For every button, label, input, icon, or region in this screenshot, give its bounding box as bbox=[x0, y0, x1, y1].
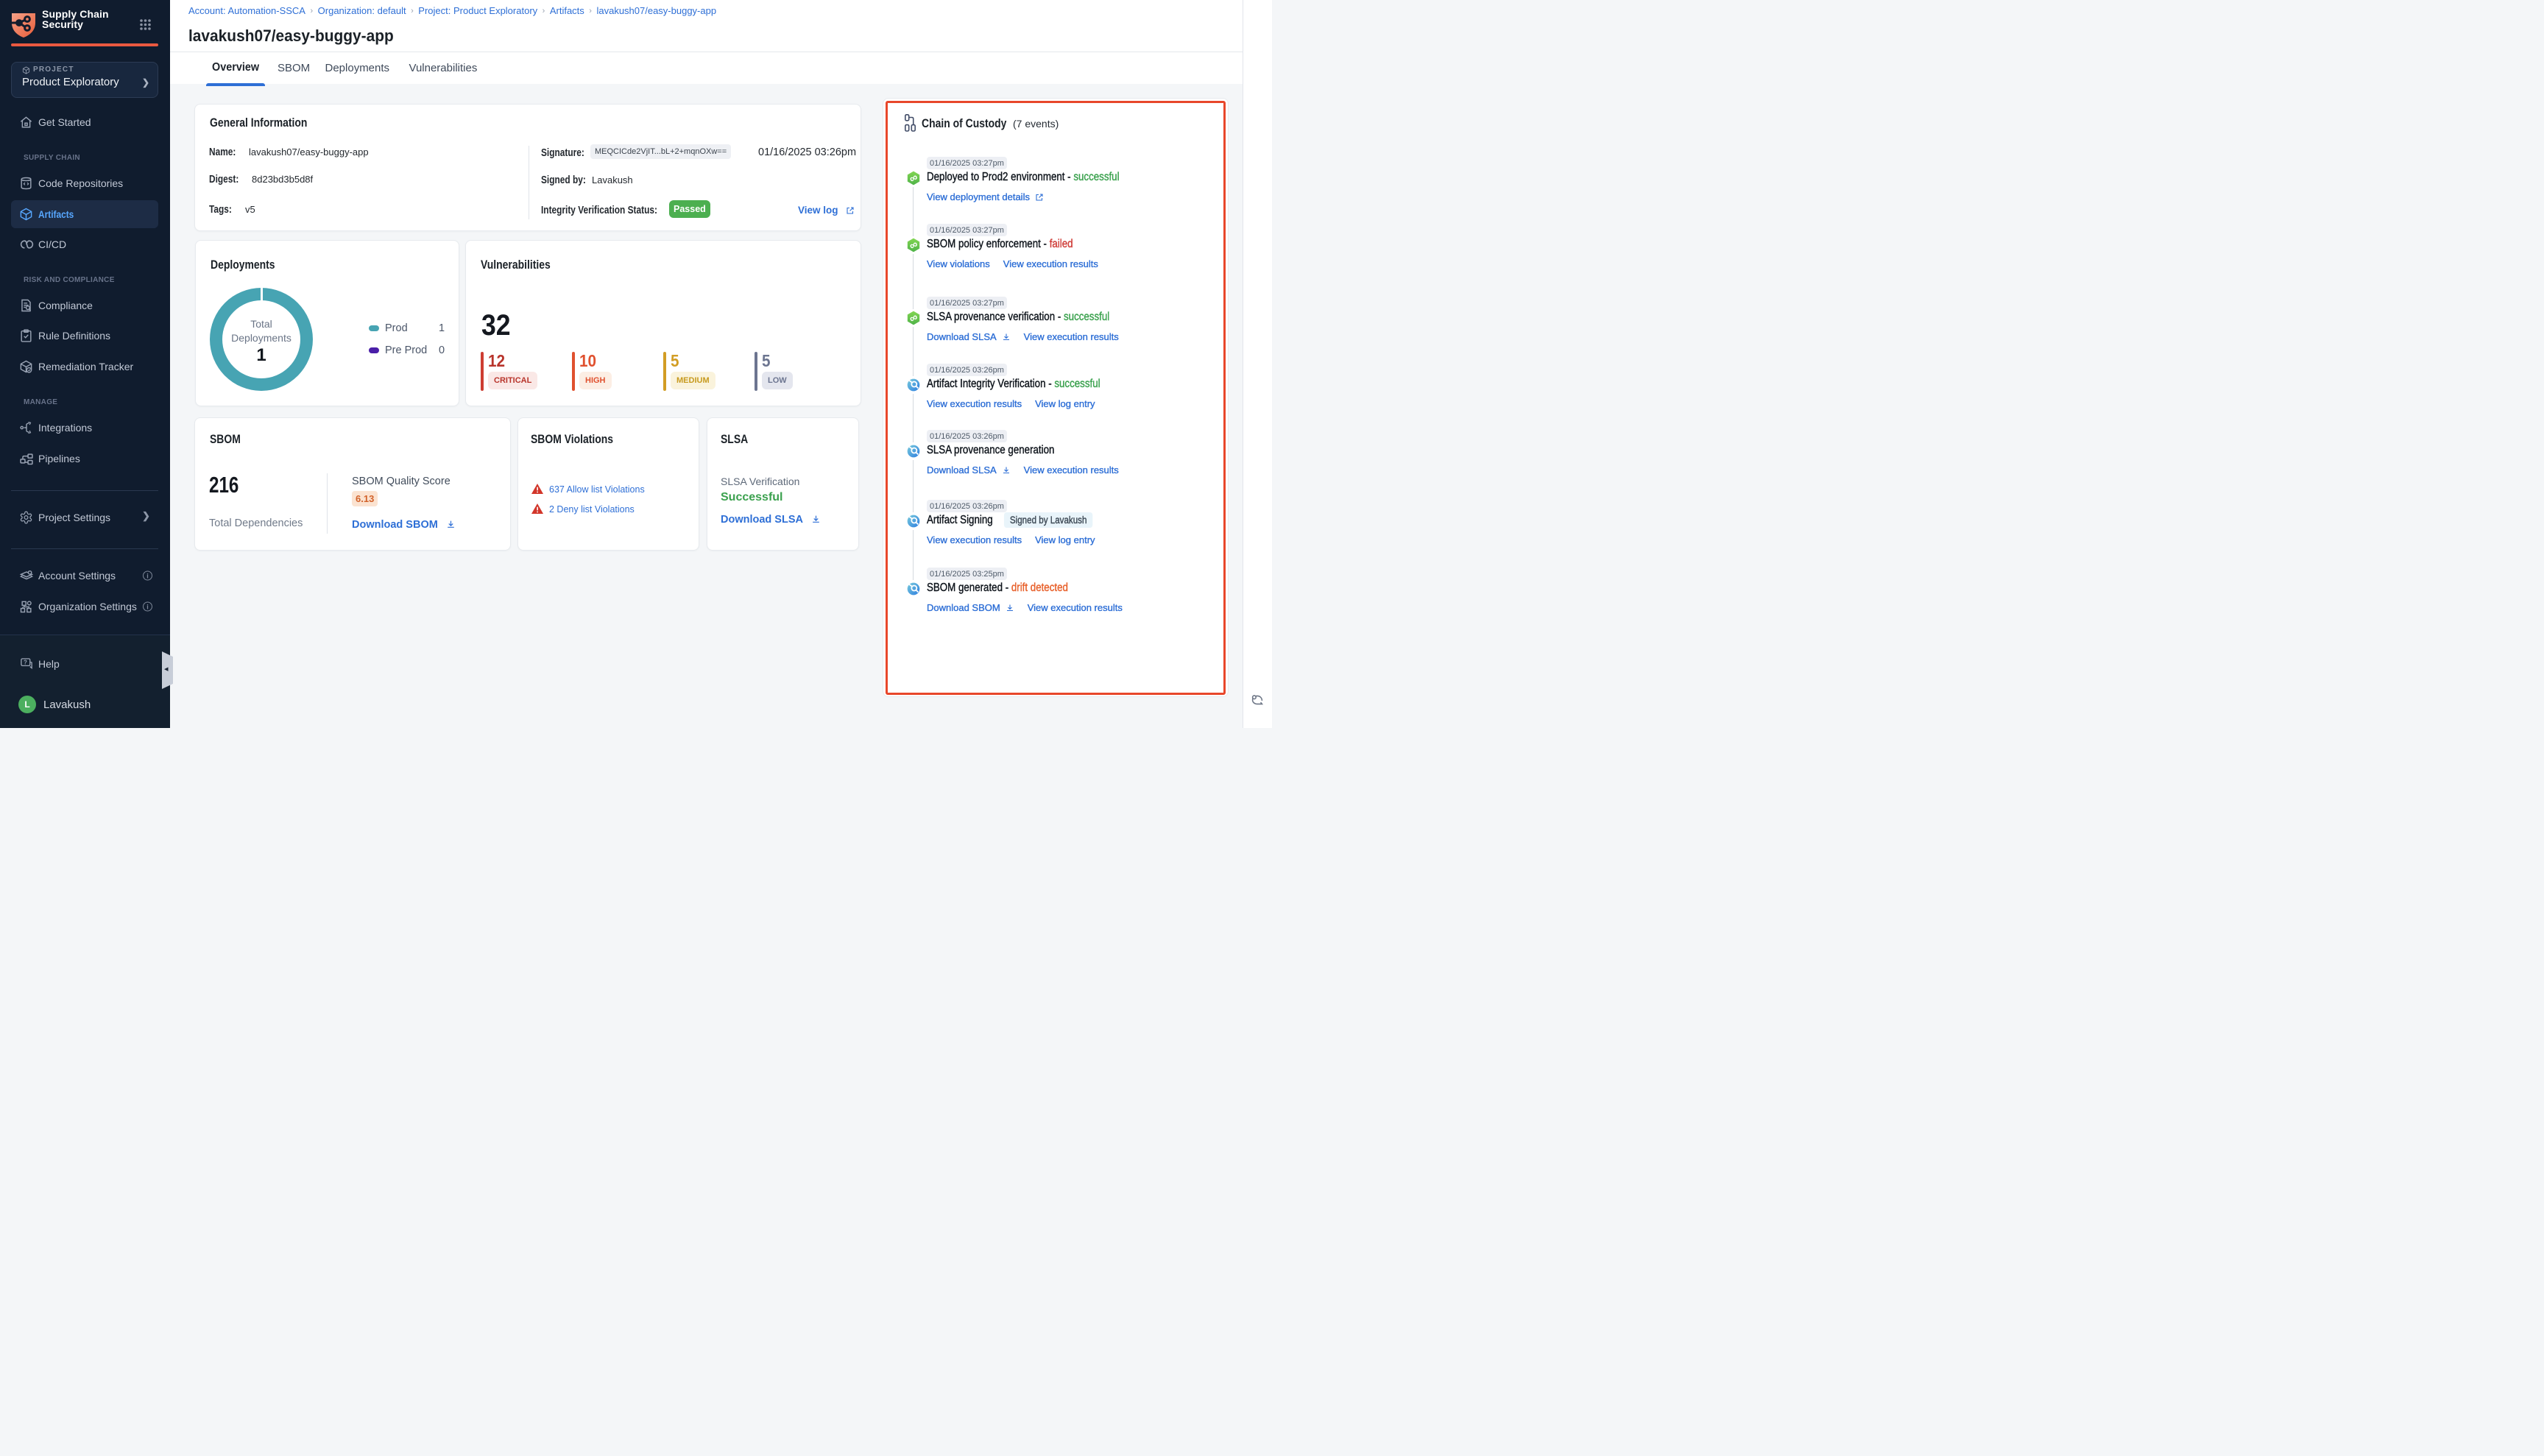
svg-text:?: ? bbox=[24, 659, 27, 665]
